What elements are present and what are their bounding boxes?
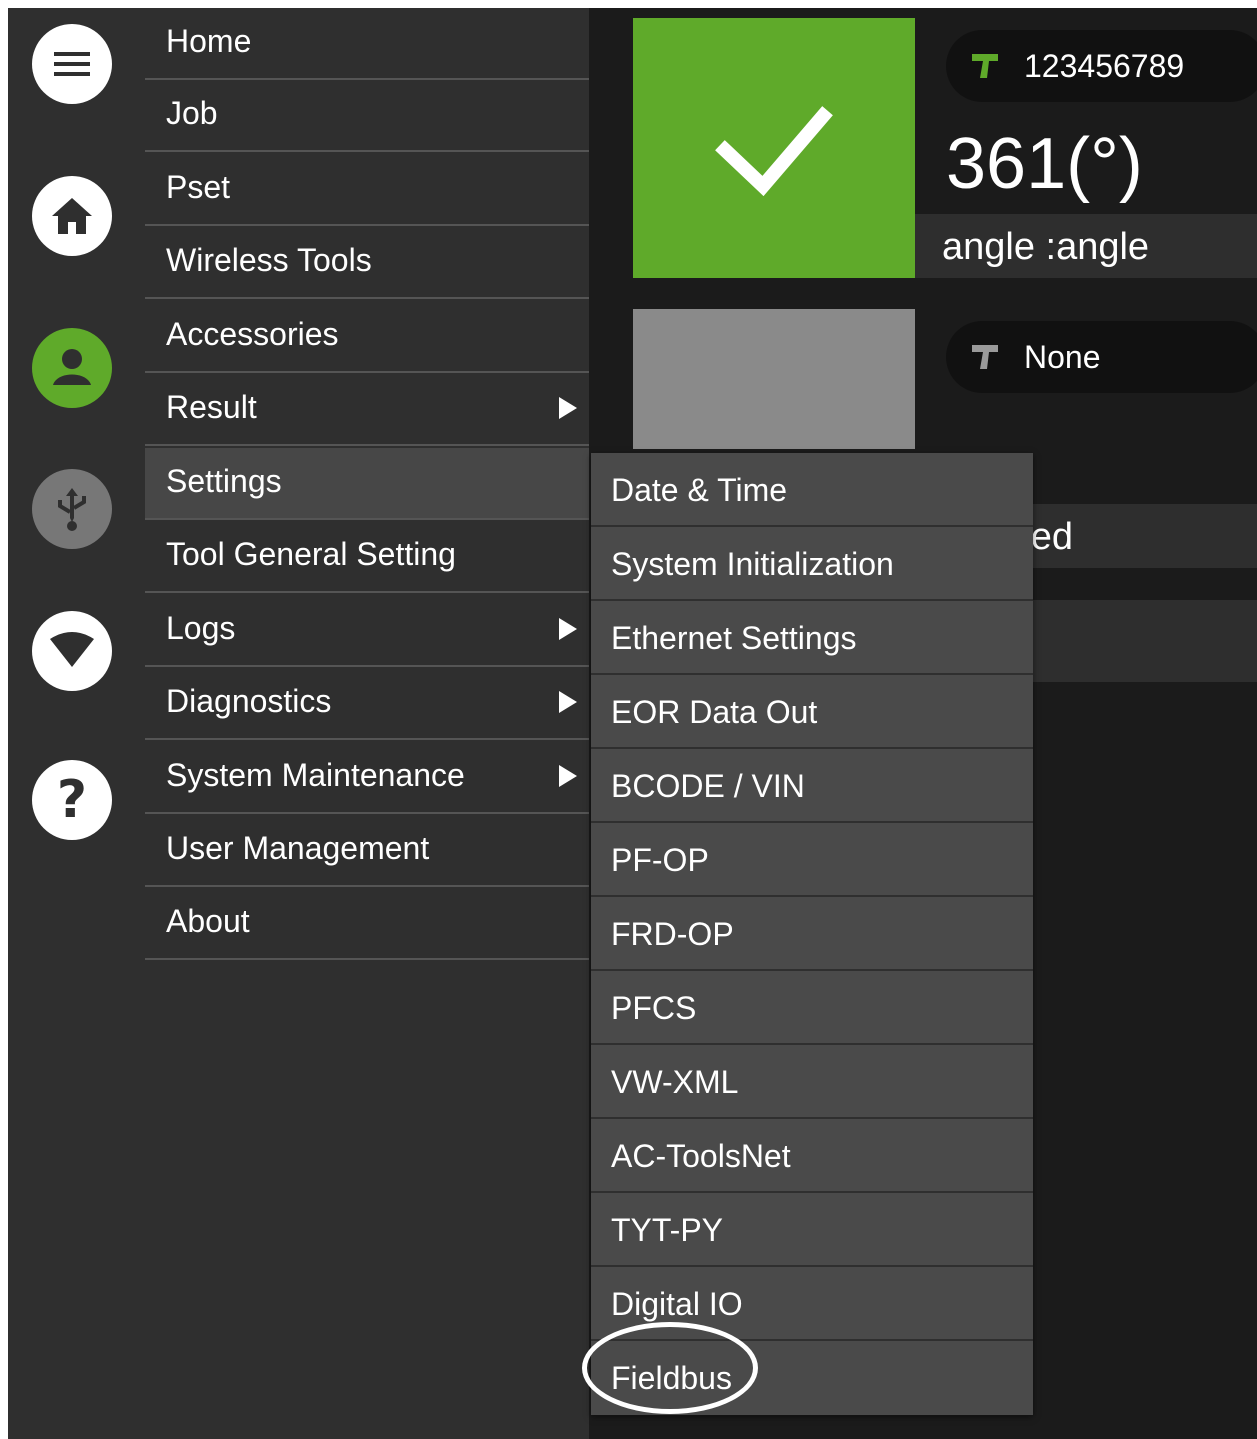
tool-card-strip [1033, 600, 1257, 682]
menu-item-label: Pset [166, 169, 231, 205]
submenu-arrow-icon [559, 765, 577, 787]
angle-value: 361(°) [946, 124, 1143, 204]
submenu-item-label: Date & Time [611, 472, 788, 508]
submenu-item-label: Ethernet Settings [611, 620, 857, 656]
menu-item-diagnostics[interactable]: Diagnostics [145, 668, 589, 740]
tool-serial-pill: None [946, 321, 1257, 393]
menu-item-label: About [166, 903, 250, 939]
submenu-item-tyt-py[interactable]: TYT-PY [591, 1193, 1033, 1267]
menu-item-label: Wireless Tools [166, 242, 372, 278]
menu-item-logs[interactable]: Logs [145, 595, 589, 667]
settings-submenu: Date & Time System Initialization Ethern… [591, 453, 1033, 1415]
wifi-icon[interactable] [32, 611, 112, 691]
main-menu: Home Job Pset Wireless Tools Accessories… [145, 8, 589, 1439]
tool-icon [972, 54, 998, 78]
submenu-arrow-icon [559, 397, 577, 419]
angle-label: angle :angle [942, 226, 1150, 268]
menu-item-settings[interactable]: Settings [145, 448, 589, 520]
menu-item-label: Result [166, 389, 257, 425]
usb-icon[interactable] [32, 469, 112, 549]
submenu-item-label: BCODE / VIN [611, 768, 805, 804]
submenu-item-ethernet-settings[interactable]: Ethernet Settings [591, 601, 1033, 675]
submenu-item-label: System Initialization [611, 546, 894, 582]
angle-label-bar: angle :angle [915, 214, 1257, 278]
submenu-item-label: EOR Data Out [611, 694, 818, 730]
submenu-item-label: Fieldbus [611, 1360, 732, 1396]
menu-item-wireless-tools[interactable]: Wireless Tools [145, 227, 589, 299]
menu-item-label: System Maintenance [166, 757, 465, 793]
menu-item-label: User Management [166, 830, 430, 866]
user-icon[interactable] [32, 328, 112, 408]
submenu-arrow-icon [559, 691, 577, 713]
menu-item-label: Home [166, 23, 252, 59]
submenu-item-label: AC-ToolsNet [611, 1138, 791, 1174]
status-tile-ok [633, 18, 915, 278]
submenu-item-pf-op[interactable]: PF-OP [591, 823, 1033, 897]
home-icon[interactable] [32, 176, 112, 256]
app-frame: ? Home Job Pset Wireless Tools Accessori… [8, 8, 1257, 1439]
menu-item-about[interactable]: About [145, 888, 589, 960]
menu-item-home[interactable]: Home [145, 8, 589, 80]
submenu-item-frd-op[interactable]: FRD-OP [591, 897, 1033, 971]
tool-icon [972, 345, 998, 369]
menu-item-label: Diagnostics [166, 683, 332, 719]
submenu-item-label: FRD-OP [611, 916, 734, 952]
submenu-item-label: Digital IO [611, 1286, 743, 1322]
menu-item-label: Logs [166, 610, 236, 646]
menu-icon[interactable] [32, 24, 112, 104]
menu-item-tool-general-setting[interactable]: Tool General Setting [145, 521, 589, 593]
tool-serial-pill: 123456789 [946, 30, 1257, 102]
submenu-item-bcode-vin[interactable]: BCODE / VIN [591, 749, 1033, 823]
submenu-item-digital-io[interactable]: Digital IO [591, 1267, 1033, 1341]
submenu-item-fieldbus[interactable]: Fieldbus [591, 1341, 1033, 1415]
tool-card[interactable]: 123456789 361(°) angle :angle [633, 18, 1257, 278]
submenu-item-label: PFCS [611, 990, 697, 1026]
menu-item-label: Settings [166, 463, 282, 499]
menu-item-result[interactable]: Result [145, 374, 589, 446]
menu-item-pset[interactable]: Pset [145, 154, 589, 226]
tool-serial: None [1024, 339, 1101, 375]
checkmark-icon [715, 106, 833, 197]
submenu-item-pfcs[interactable]: PFCS [591, 971, 1033, 1045]
menu-item-label: Tool General Setting [166, 536, 456, 572]
menu-item-label: Accessories [166, 316, 339, 352]
submenu-item-label: PF-OP [611, 842, 709, 878]
status-tile-idle [633, 309, 915, 449]
help-icon[interactable]: ? [32, 760, 112, 840]
submenu-item-vw-xml[interactable]: VW-XML [591, 1045, 1033, 1119]
submenu-item-ac-toolsnet[interactable]: AC-ToolsNet [591, 1119, 1033, 1193]
submenu-arrow-icon [559, 618, 577, 640]
menu-item-accessories[interactable]: Accessories [145, 301, 589, 373]
submenu-item-date-time[interactable]: Date & Time [591, 453, 1033, 527]
menu-item-system-maintenance[interactable]: System Maintenance [145, 742, 589, 814]
submenu-item-label: VW-XML [611, 1064, 739, 1100]
icon-rail: ? [8, 8, 145, 1439]
tool-serial: 123456789 [1024, 48, 1185, 84]
submenu-item-system-initialization[interactable]: System Initialization [591, 527, 1033, 601]
submenu-item-eor-data-out[interactable]: EOR Data Out [591, 675, 1033, 749]
menu-item-job[interactable]: Job [145, 80, 589, 152]
menu-item-label: Job [166, 95, 218, 131]
menu-item-user-management[interactable]: User Management [145, 815, 589, 887]
submenu-item-label: TYT-PY [611, 1212, 724, 1248]
